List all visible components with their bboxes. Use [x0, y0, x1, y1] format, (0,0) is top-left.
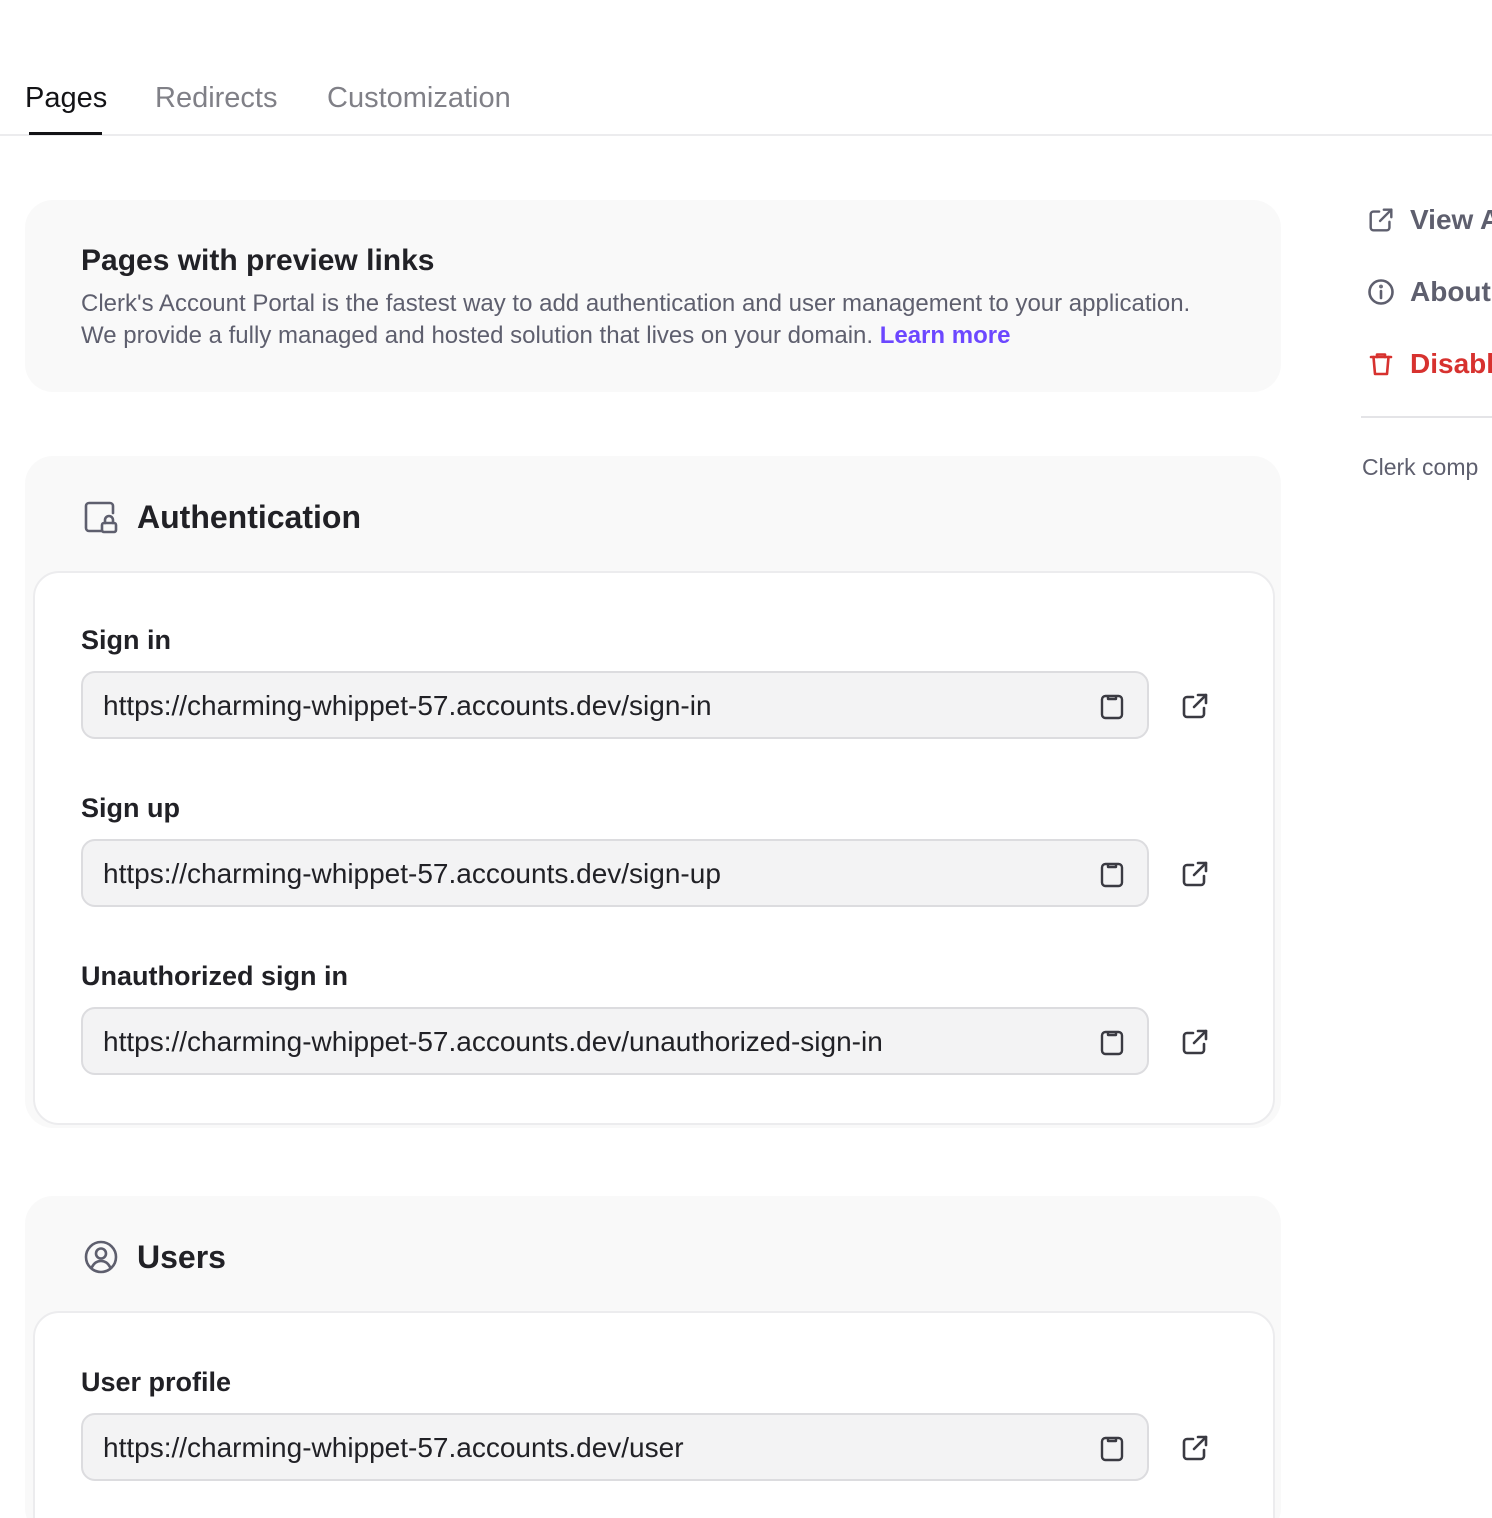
url-value: https://charming-whippet-57.accounts.dev… [103, 858, 721, 889]
sidebar-item-label: About [1410, 276, 1491, 307]
url-value: https://charming-whippet-57.accounts.dev… [103, 1432, 684, 1463]
unauthorized-sign-in-url-input[interactable]: https://charming-whippet-57.accounts.dev… [81, 1007, 1149, 1075]
unauthorized-sign-in-field: Unauthorized sign in https://charming-wh… [81, 959, 1221, 1075]
sidebar-item-label: View A [1410, 204, 1492, 235]
lock-page-icon [84, 501, 118, 534]
section-title: Authentication [137, 499, 361, 535]
disable-button[interactable]: Disabl [1366, 346, 1492, 382]
clipboard-icon[interactable] [1097, 1434, 1127, 1464]
sign-in-field: Sign in https://charming-whippet-57.acco… [81, 623, 1221, 739]
external-link-icon[interactable] [1179, 1026, 1211, 1058]
sign-up-url-input[interactable]: https://charming-whippet-57.accounts.dev… [81, 839, 1149, 907]
clipboard-icon[interactable] [1097, 1028, 1127, 1058]
field-label: User profile [81, 1367, 232, 1397]
clipboard-icon[interactable] [1097, 692, 1127, 722]
about-button[interactable]: About [1366, 274, 1491, 310]
learn-more-link[interactable]: Learn more [880, 322, 1011, 349]
user-profile-url-input[interactable]: https://charming-whippet-57.accounts.dev… [81, 1413, 1149, 1481]
external-link-icon[interactable] [1179, 858, 1211, 890]
user-circle-icon [84, 1240, 118, 1274]
trash-icon [1369, 353, 1393, 376]
tab-customization[interactable]: Customization [327, 80, 511, 116]
sign-in-url-input[interactable]: https://charming-whippet-57.accounts.dev… [81, 671, 1149, 739]
info-icon [1368, 279, 1394, 305]
sign-up-field: Sign up https://charming-whippet-57.acco… [81, 791, 1221, 907]
field-label: Sign in [81, 625, 171, 655]
field-label: Unauthorized sign in [81, 961, 348, 991]
intro-description: Clerk's Account Portal is the fastest wa… [81, 290, 1191, 349]
tab-pages[interactable]: Pages [25, 80, 107, 116]
active-tab-indicator [29, 132, 102, 135]
url-value: https://charming-whippet-57.accounts.dev… [103, 690, 712, 721]
tab-bar: Pages Redirects Customization [0, 0, 1492, 136]
external-link-icon[interactable] [1179, 690, 1211, 722]
url-value: https://charming-whippet-57.accounts.dev… [103, 1026, 883, 1057]
view-account-portal-button[interactable]: View A [1366, 202, 1492, 238]
sidebar-note: Clerk comp [1362, 454, 1479, 480]
intro-text: Clerk's Account Portal is the fastest wa… [81, 288, 1211, 352]
sidebar-divider [1361, 416, 1492, 418]
authentication-section: Authentication Sign in https://charming-… [25, 456, 1281, 1128]
intro-title: Pages with preview links [81, 244, 435, 277]
users-header: Users [81, 1236, 226, 1278]
tab-redirects[interactable]: Redirects [155, 80, 278, 116]
authentication-header: Authentication [81, 496, 361, 538]
users-fields: User profile https://charming-whippet-57… [33, 1311, 1275, 1518]
section-title: Users [137, 1239, 226, 1275]
clipboard-icon[interactable] [1097, 860, 1127, 890]
users-section: Users User profile https://charming-whip… [25, 1196, 1281, 1518]
authentication-fields: Sign in https://charming-whippet-57.acco… [33, 571, 1275, 1125]
external-link-icon [1369, 208, 1393, 232]
external-link-icon[interactable] [1179, 1432, 1211, 1464]
intro-card: Pages with preview links Clerk's Account… [25, 200, 1281, 392]
field-label: Sign up [81, 793, 180, 823]
sidebar-item-label: Disabl [1410, 348, 1492, 379]
user-profile-field: User profile https://charming-whippet-57… [81, 1365, 1221, 1481]
